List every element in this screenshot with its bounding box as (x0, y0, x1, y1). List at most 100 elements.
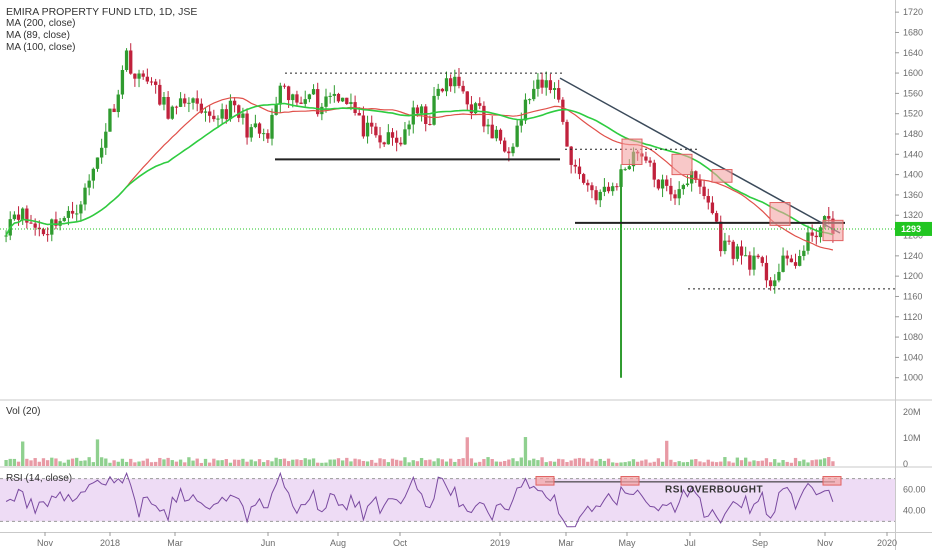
candle-body (760, 257, 764, 263)
volume-bar (561, 459, 565, 466)
indicator-ma-89[interactable]: MA (89, close) (6, 30, 197, 42)
ma-200-line (5, 102, 834, 236)
candle-body (768, 280, 773, 287)
volume-bar (237, 459, 241, 466)
candle-body (208, 111, 212, 116)
volume-bar (278, 459, 282, 466)
volume-tick-label: 20M (903, 407, 921, 417)
candle-body (91, 168, 95, 181)
candle-body (116, 94, 120, 113)
volume-bar (802, 459, 806, 466)
price-tick-label: 1600 (903, 68, 923, 78)
candle-body (336, 93, 341, 102)
volume-pane-label[interactable]: Vol (20) (6, 406, 40, 417)
volume-bar (303, 458, 307, 466)
candle-body (378, 135, 382, 143)
candle-body (669, 185, 673, 195)
candle-body (748, 255, 752, 270)
rsi-highlight-box (822, 476, 842, 486)
time-tick-label: Jul (684, 538, 696, 548)
volume-bar (760, 460, 764, 466)
volume-bar (58, 461, 62, 466)
volume-bar (291, 459, 295, 466)
time-tick-label: May (618, 538, 636, 548)
candle-body (419, 106, 424, 114)
candle-body (195, 98, 199, 104)
volume-bar (195, 458, 199, 466)
volume-bar (166, 457, 170, 466)
candle-body (120, 70, 125, 95)
candle-body (457, 76, 461, 86)
volume-bar (12, 458, 17, 466)
volume-bar (83, 460, 87, 466)
candle-body (789, 258, 794, 263)
candle-body (266, 133, 270, 139)
candle-body (95, 157, 100, 169)
volume-bar (370, 459, 374, 466)
volume-tick-label: 10M (903, 433, 921, 443)
volume-bar (594, 460, 598, 466)
candle-body (573, 164, 577, 167)
volume-bar (627, 461, 631, 466)
candle-body (212, 115, 216, 120)
candle-body (731, 241, 735, 259)
volume-bar (203, 458, 208, 466)
time-tick-label: Sep (752, 538, 768, 548)
volume-bar (781, 460, 785, 466)
time-tick-label: 2018 (100, 538, 120, 548)
rsi-pane-label[interactable]: RSI (14, close) (6, 473, 72, 484)
chart-title: EMIRA PROPERTY FUND LTD, 1D, JSE (6, 6, 198, 18)
volume-bar (544, 462, 548, 466)
volume-bar (124, 461, 129, 466)
chart-canvas[interactable]: 1000104010801120116012001240128013201360… (0, 0, 932, 550)
volume-bars (4, 437, 835, 466)
price-tick-label: 1720 (903, 7, 923, 17)
volume-bar (606, 458, 611, 466)
candle-body (399, 142, 403, 145)
candle-body (75, 213, 79, 215)
volume-bar (798, 461, 802, 466)
candle-body (112, 108, 116, 113)
volume-bar (444, 461, 449, 466)
candle-body (727, 240, 731, 242)
indicator-ma-100[interactable]: MA (100, close) (6, 42, 197, 54)
candle-body (228, 100, 233, 120)
volume-bar (523, 437, 528, 466)
candle-body (241, 113, 245, 118)
candle-body (394, 137, 399, 143)
candle-body (494, 129, 499, 139)
candle-body (507, 151, 511, 154)
candle-body (681, 185, 686, 190)
candle-body (461, 85, 465, 92)
volume-bar (519, 457, 523, 466)
candle-body (710, 202, 715, 214)
volume-bar (822, 458, 827, 466)
volume-bar (453, 461, 457, 466)
candle-body (594, 190, 598, 201)
candle-body (415, 107, 420, 114)
candle-body (361, 115, 366, 137)
candle-body (656, 179, 661, 189)
candle-body (648, 160, 652, 163)
price-tick-label: 1120 (903, 312, 922, 322)
volume-bar (187, 457, 191, 466)
last-price-label: 1293 (901, 224, 921, 234)
candle-body (340, 97, 345, 102)
volume-bar (153, 461, 158, 466)
volume-bar (548, 461, 553, 466)
candle-body (253, 123, 258, 128)
candle-body (291, 94, 295, 101)
candle-body (602, 186, 607, 192)
candles (4, 43, 835, 294)
candle-body (469, 104, 474, 114)
indicator-ma-200[interactable]: MA (200, close) (6, 18, 197, 30)
candle-body (66, 210, 71, 218)
candle-body (540, 79, 544, 88)
volume-bar (91, 462, 95, 466)
candle-body (611, 186, 615, 192)
candle-body (827, 216, 831, 219)
candle-body (515, 125, 519, 147)
volume-bar (436, 458, 440, 466)
rsi-highlight-box (620, 476, 640, 486)
volume-bar (673, 462, 677, 466)
